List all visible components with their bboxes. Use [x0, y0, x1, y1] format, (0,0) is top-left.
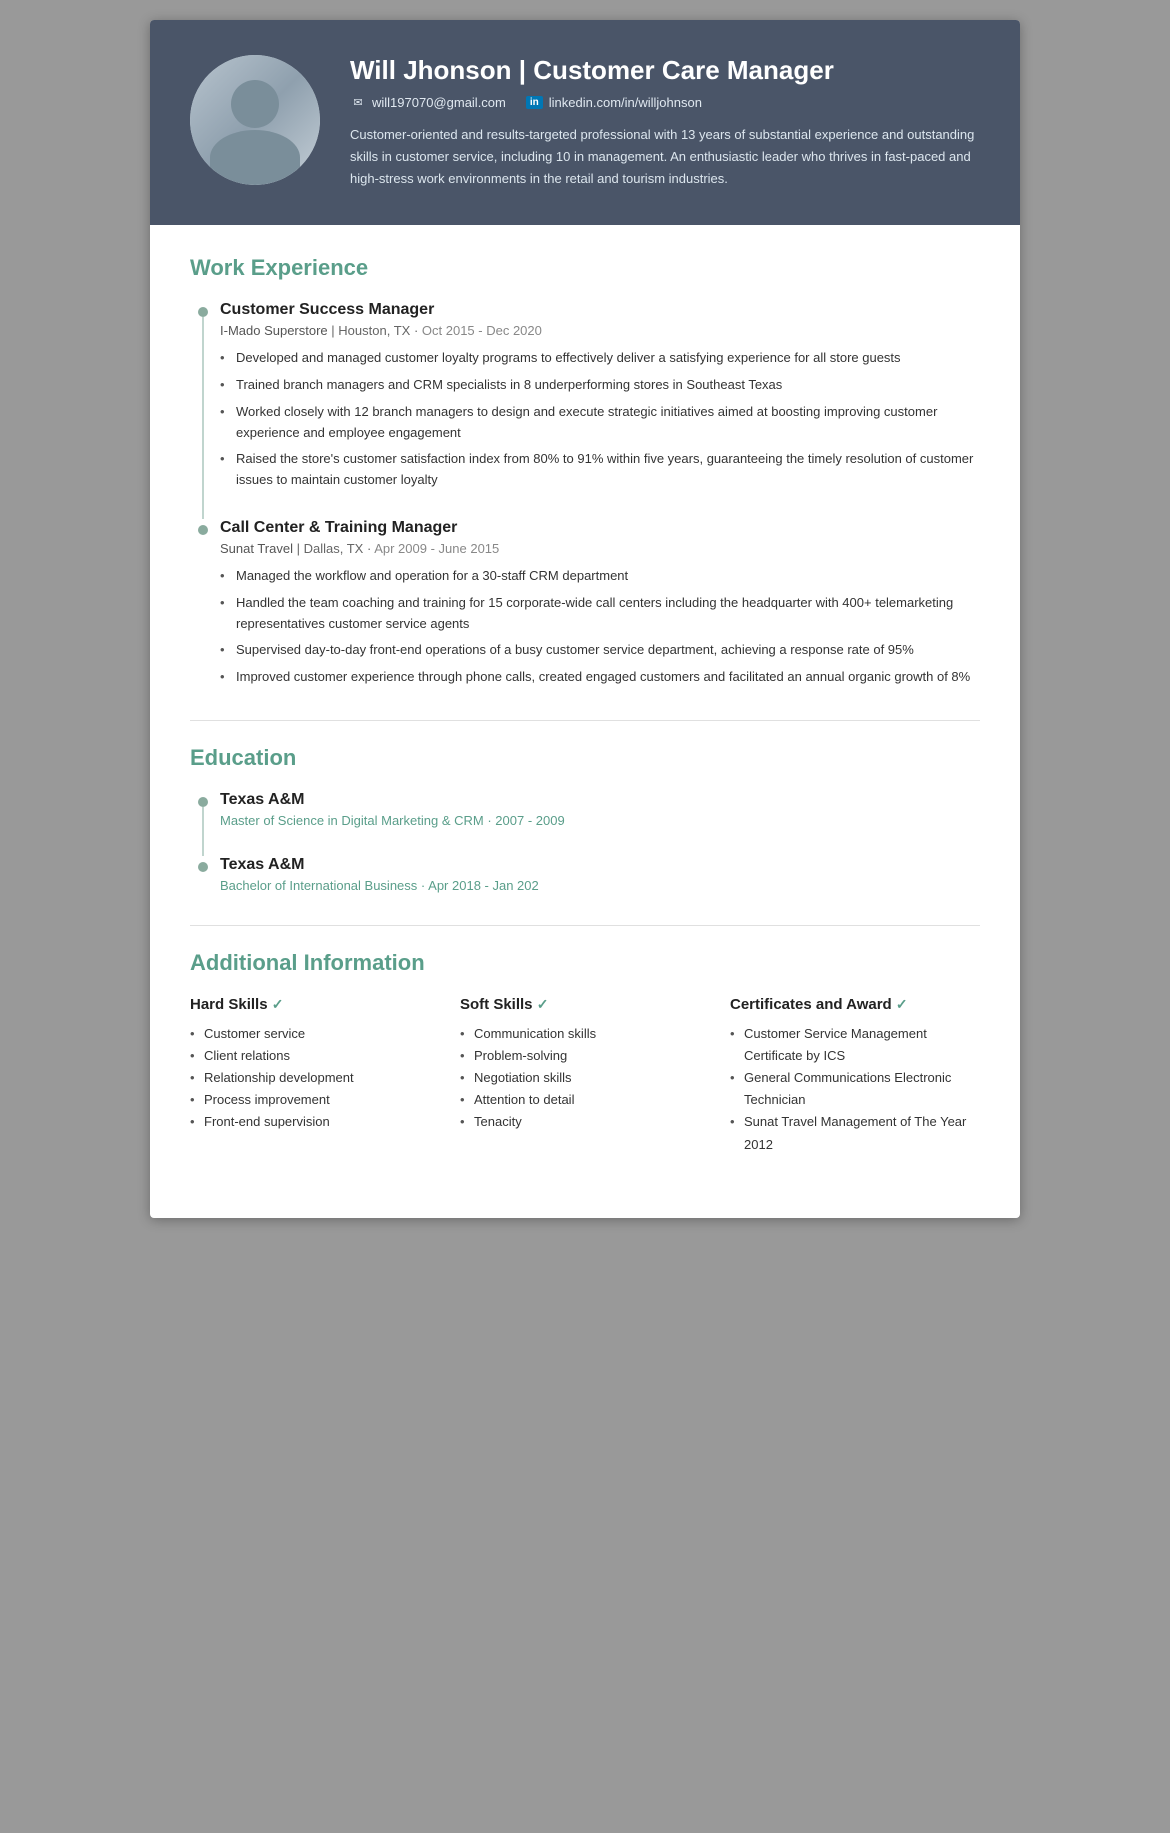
- soft-skills-col: Soft Skills ✓ Communication skills Probl…: [460, 996, 710, 1156]
- work-experience-title: Work Experience: [190, 255, 980, 281]
- edu-school-2: Texas A&M: [220, 856, 980, 874]
- email-text: will197070@gmail.com: [372, 95, 506, 110]
- additional-title: Additional Information: [190, 950, 980, 976]
- certs-list: Customer Service Management Certificate …: [730, 1023, 980, 1156]
- resume-page: Will Jhonson | Customer Care Manager ✉ w…: [150, 20, 1020, 1218]
- job-item-1: Customer Success Manager I-Mado Supersto…: [220, 301, 980, 491]
- dates-2: Apr 2009 - June 2015: [374, 541, 499, 556]
- soft-skill-4: Attention to detail: [460, 1089, 710, 1111]
- job-meta-1: I-Mado Superstore | Houston, TX · Oct 20…: [220, 323, 980, 338]
- soft-skills-title: Soft Skills ✓: [460, 996, 710, 1013]
- hard-skill-3: Relationship development: [190, 1067, 440, 1089]
- cert-3: Sunat Travel Management of The Year 2012: [730, 1111, 980, 1155]
- degree-text-1: Master of Science in Digital Marketing &…: [220, 813, 484, 828]
- location-1: Houston, TX: [338, 323, 410, 338]
- job-title-2: Call Center & Training Manager: [220, 519, 980, 537]
- soft-skill-2: Problem-solving: [460, 1045, 710, 1067]
- bullet-1-1: Developed and managed customer loyalty p…: [220, 348, 980, 369]
- soft-skill-3: Negotiation skills: [460, 1067, 710, 1089]
- job-meta-2: Sunat Travel | Dallas, TX · Apr 2009 - J…: [220, 541, 980, 556]
- education-section: Education Texas A&M Master of Science in…: [190, 745, 980, 893]
- cert-1: Customer Service Management Certificate …: [730, 1023, 980, 1067]
- hard-check-icon: ✓: [272, 996, 284, 1012]
- bullet-1-2: Trained branch managers and CRM speciali…: [220, 375, 980, 396]
- candidate-name: Will Jhonson | Customer Care Manager: [350, 55, 980, 86]
- edu-degree-2: Bachelor of International Business · Apr…: [220, 878, 980, 893]
- name-text: Will Jhonson: [350, 55, 512, 85]
- hard-title-text: Hard Skills: [190, 996, 268, 1013]
- soft-title-text: Soft Skills: [460, 996, 533, 1013]
- meta-sep-2: |: [297, 541, 304, 556]
- avatar-image: [190, 55, 320, 185]
- edu-school-1: Texas A&M: [220, 791, 980, 809]
- meta-dot-1: ·: [414, 323, 422, 338]
- bullet-2-1: Managed the workflow and operation for a…: [220, 566, 980, 587]
- soft-check-icon: ✓: [537, 996, 549, 1012]
- edu-item-2: Texas A&M Bachelor of International Busi…: [220, 856, 980, 893]
- bullet-1-4: Raised the store's customer satisfaction…: [220, 449, 980, 491]
- edu-dates-1: 2007 - 2009: [495, 813, 564, 828]
- linkedin-contact: in linkedin.com/in/willjohnson: [526, 95, 702, 110]
- name-divider: |: [519, 55, 534, 85]
- edu-degree-1: Master of Science in Digital Marketing &…: [220, 813, 980, 828]
- hard-skills-col: Hard Skills ✓ Customer service Client re…: [190, 996, 440, 1156]
- email-icon: ✉: [350, 94, 366, 110]
- job-item-2: Call Center & Training Manager Sunat Tra…: [220, 519, 980, 688]
- company-2: Sunat Travel: [220, 541, 293, 556]
- cert-2: General Communications Electronic Techni…: [730, 1067, 980, 1111]
- hard-skill-1: Customer service: [190, 1023, 440, 1045]
- job-bullets-1: Developed and managed customer loyalty p…: [220, 348, 980, 491]
- skills-grid: Hard Skills ✓ Customer service Client re…: [190, 996, 980, 1156]
- hard-skill-2: Client relations: [190, 1045, 440, 1067]
- candidate-title: Customer Care Manager: [533, 55, 834, 85]
- email-contact: ✉ will197070@gmail.com: [350, 94, 506, 110]
- bullet-2-4: Improved customer experience through pho…: [220, 667, 980, 688]
- certs-title: Certificates and Award ✓: [730, 996, 980, 1013]
- bullet-1-3: Worked closely with 12 branch managers t…: [220, 402, 980, 444]
- divider-1: [190, 720, 980, 721]
- edu-dates-2: Apr 2018 - Jan 202: [428, 878, 539, 893]
- contact-row: ✉ will197070@gmail.com in linkedin.com/i…: [350, 94, 980, 110]
- bullet-2-3: Supervised day-to-day front-end operatio…: [220, 640, 980, 661]
- cert-title-text: Certificates and Award: [730, 996, 892, 1013]
- edu-timeline: Texas A&M Master of Science in Digital M…: [190, 791, 980, 893]
- edu-item-1: Texas A&M Master of Science in Digital M…: [220, 791, 980, 828]
- summary-text: Customer-oriented and results-targeted p…: [350, 124, 980, 190]
- header-section: Will Jhonson | Customer Care Manager ✉ w…: [150, 20, 1020, 225]
- education-title: Education: [190, 745, 980, 771]
- work-timeline: Customer Success Manager I-Mado Supersto…: [190, 301, 980, 688]
- linkedin-text: linkedin.com/in/willjohnson: [549, 95, 702, 110]
- hard-skills-title: Hard Skills ✓: [190, 996, 440, 1013]
- soft-skills-list: Communication skills Problem-solving Neg…: [460, 1023, 710, 1133]
- linkedin-icon: in: [526, 96, 543, 109]
- certs-col: Certificates and Award ✓ Customer Servic…: [730, 996, 980, 1156]
- header-info: Will Jhonson | Customer Care Manager ✉ w…: [350, 55, 980, 190]
- divider-2: [190, 925, 980, 926]
- hard-skill-4: Process improvement: [190, 1089, 440, 1111]
- dates-1: Oct 2015 - Dec 2020: [422, 323, 542, 338]
- hard-skills-list: Customer service Client relations Relati…: [190, 1023, 440, 1133]
- job-title-1: Customer Success Manager: [220, 301, 980, 319]
- company-1: I-Mado Superstore: [220, 323, 328, 338]
- avatar: [190, 55, 320, 185]
- degree-text-2: Bachelor of International Business: [220, 878, 417, 893]
- soft-skill-1: Communication skills: [460, 1023, 710, 1045]
- hard-skill-5: Front-end supervision: [190, 1111, 440, 1133]
- additional-section: Additional Information Hard Skills ✓ Cus…: [190, 950, 980, 1156]
- cert-check-icon: ✓: [896, 996, 908, 1012]
- main-content: Work Experience Customer Success Manager…: [150, 225, 1020, 1217]
- work-experience-section: Work Experience Customer Success Manager…: [190, 255, 980, 688]
- soft-skill-5: Tenacity: [460, 1111, 710, 1133]
- job-bullets-2: Managed the workflow and operation for a…: [220, 566, 980, 688]
- bullet-2-2: Handled the team coaching and training f…: [220, 593, 980, 635]
- location-2: Dallas, TX: [304, 541, 364, 556]
